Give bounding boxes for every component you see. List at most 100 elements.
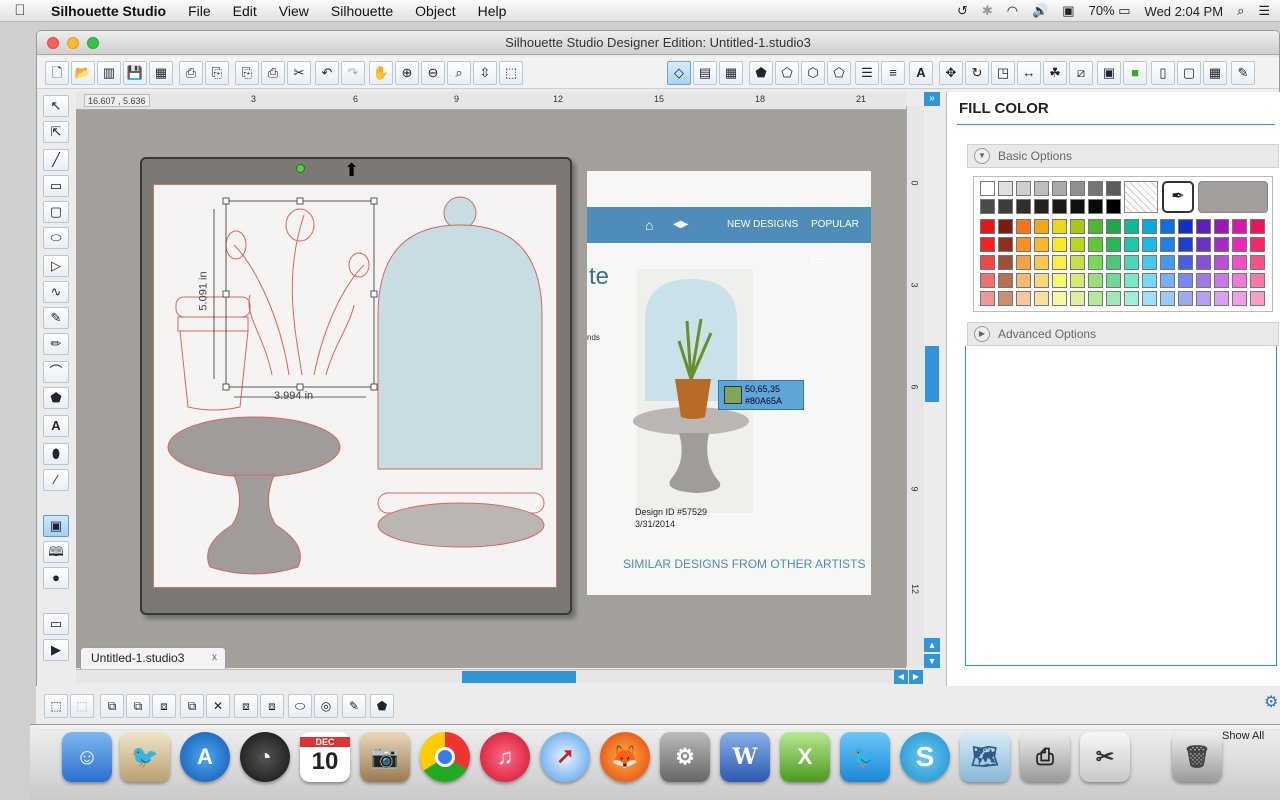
color-swatch[interactable]: [1214, 273, 1229, 288]
page-area[interactable]: [153, 184, 557, 588]
design-view-icon[interactable]: ▣: [43, 515, 69, 537]
color-swatch[interactable]: [1124, 291, 1139, 306]
new-doc-button[interactable]: 🗋: [45, 61, 69, 85]
color-swatch[interactable]: [1052, 273, 1067, 288]
fill-icon[interactable]: ⬟: [370, 694, 394, 718]
settings-gear-icon[interactable]: ⚙: [1264, 692, 1278, 712]
color-swatch[interactable]: [1088, 181, 1103, 196]
color-swatch[interactable]: [998, 219, 1013, 234]
color-swatch[interactable]: [998, 181, 1013, 196]
menu-help[interactable]: Help: [467, 3, 518, 19]
rotation-handle[interactable]: [296, 164, 305, 173]
wifi-icon[interactable]: ◠: [1007, 3, 1018, 19]
color-swatch[interactable]: [1070, 291, 1085, 306]
scroll-right-button[interactable]: ▶: [909, 670, 923, 684]
color-swatch[interactable]: [1160, 255, 1175, 270]
panel-toggle-icon[interactable]: ▭: [43, 613, 69, 635]
color-swatch[interactable]: [1178, 273, 1193, 288]
color-swatch[interactable]: [980, 219, 995, 234]
regular-polygon-icon[interactable]: ⬟: [43, 387, 69, 409]
eraser-tool-icon[interactable]: ⬮: [43, 443, 69, 465]
show-all-label[interactable]: Show All: [1222, 730, 1264, 742]
color-swatch[interactable]: [1016, 291, 1031, 306]
knife-tool-icon[interactable]: ∕: [43, 469, 69, 491]
trash-icon[interactable]: 🗑: [1172, 732, 1222, 782]
polygon-tool-icon[interactable]: ▷: [43, 255, 69, 277]
bring-forward-icon[interactable]: ⧈: [234, 694, 258, 718]
shapes-icon[interactable]: ⬭: [288, 694, 312, 718]
menu-view[interactable]: View: [268, 3, 320, 19]
clock[interactable]: Wed 2:04 PM: [1145, 4, 1224, 19]
home-icon[interactable]: ⌂: [645, 207, 653, 243]
color-swatch[interactable]: [1160, 291, 1175, 306]
minimize-window-button[interactable]: [67, 37, 79, 49]
save-button[interactable]: 💾: [123, 61, 147, 85]
color-swatch[interactable]: [1250, 255, 1265, 270]
zoom-out-icon[interactable]: ⊖: [421, 61, 445, 85]
pan-hand-icon[interactable]: ✋: [369, 61, 393, 85]
compound-path-icon[interactable]: ⧉: [100, 694, 124, 718]
store-view-icon[interactable]: ●: [43, 567, 69, 589]
color-swatch[interactable]: [1106, 219, 1121, 234]
menu-file[interactable]: File: [177, 3, 222, 19]
duplicate-icon[interactable]: ⧉: [180, 694, 204, 718]
design-shapes[interactable]: [154, 185, 558, 589]
drag-zoom-icon[interactable]: ⇳: [473, 61, 497, 85]
color-swatch[interactable]: [1070, 237, 1085, 252]
grid-settings-button[interactable]: ▦: [1203, 61, 1227, 85]
group-icon[interactable]: ⬚: [44, 694, 68, 718]
color-swatch[interactable]: [1088, 255, 1103, 270]
color-swatch[interactable]: [1196, 219, 1211, 234]
menu-silhouette[interactable]: Silhouette: [320, 3, 404, 19]
horizontal-scroll-thumb[interactable]: [462, 671, 576, 683]
rounded-rect-tool-icon[interactable]: ▢: [43, 201, 69, 223]
color-swatch[interactable]: [1250, 219, 1265, 234]
color-swatch[interactable]: [1232, 255, 1247, 270]
firefox-icon[interactable]: 🦊: [600, 732, 650, 782]
color-swatch[interactable]: [1088, 237, 1103, 252]
color-swatch[interactable]: [1034, 291, 1049, 306]
color-swatch[interactable]: [1034, 255, 1049, 270]
color-swatch[interactable]: [1052, 199, 1067, 214]
zoom-in-icon[interactable]: ⊕: [395, 61, 419, 85]
cut-button[interactable]: ✂: [287, 61, 311, 85]
offset-button[interactable]: ▣: [1097, 61, 1121, 85]
color-swatch[interactable]: [1016, 255, 1031, 270]
color-swatch[interactable]: [1088, 219, 1103, 234]
color-swatch[interactable]: [980, 199, 995, 214]
send-to-silhouette-button[interactable]: ✎: [1231, 61, 1255, 85]
arc-tool-icon[interactable]: ⌒: [43, 361, 69, 383]
color-swatch[interactable]: [1160, 219, 1175, 234]
color-swatch[interactable]: [1142, 273, 1157, 288]
color-swatch[interactable]: [1196, 291, 1211, 306]
ellipse-tool-icon[interactable]: ⬭: [43, 227, 69, 249]
color-swatch[interactable]: [1232, 219, 1247, 234]
color-swatch[interactable]: [1142, 255, 1157, 270]
color-swatch[interactable]: [1016, 199, 1031, 214]
release-compound-icon[interactable]: ⧉: [126, 694, 150, 718]
save-to-library-button[interactable]: ▦: [149, 61, 173, 85]
color-swatch[interactable]: [1034, 219, 1049, 234]
color-swatch[interactable]: [1232, 291, 1247, 306]
color-swatch[interactable]: [1160, 273, 1175, 288]
fill-color-button[interactable]: ◇: [667, 61, 691, 85]
color-swatch[interactable]: [1088, 291, 1103, 306]
color-swatch[interactable]: [1070, 199, 1085, 214]
color-swatch[interactable]: [1124, 219, 1139, 234]
system-preferences-icon[interactable]: ⚙: [660, 732, 710, 782]
menu-app-name[interactable]: Silhouette Studio: [40, 3, 177, 19]
line-weight-button[interactable]: ⬠: [827, 61, 851, 85]
replicate-button[interactable]: ☘: [1043, 61, 1067, 85]
color-swatch[interactable]: [1034, 237, 1049, 252]
basic-options-header[interactable]: ▼ Basic Options: [967, 144, 1279, 168]
fit-to-window-icon[interactable]: ⬚: [499, 61, 523, 85]
scale-button[interactable]: ◳: [991, 61, 1015, 85]
similar-designs-link[interactable]: SIMILAR DESIGNS FROM OTHER ARTISTS: [623, 557, 865, 571]
color-swatch[interactable]: [1214, 291, 1229, 306]
print-cut-button[interactable]: ⎘: [205, 61, 229, 85]
color-swatch[interactable]: [1250, 237, 1265, 252]
text-tool-icon[interactable]: A: [43, 415, 69, 437]
cut-settings-button[interactable]: ▢: [1177, 61, 1201, 85]
scroll-up-button[interactable]: ▲: [924, 638, 940, 652]
color-swatch[interactable]: [1106, 273, 1121, 288]
